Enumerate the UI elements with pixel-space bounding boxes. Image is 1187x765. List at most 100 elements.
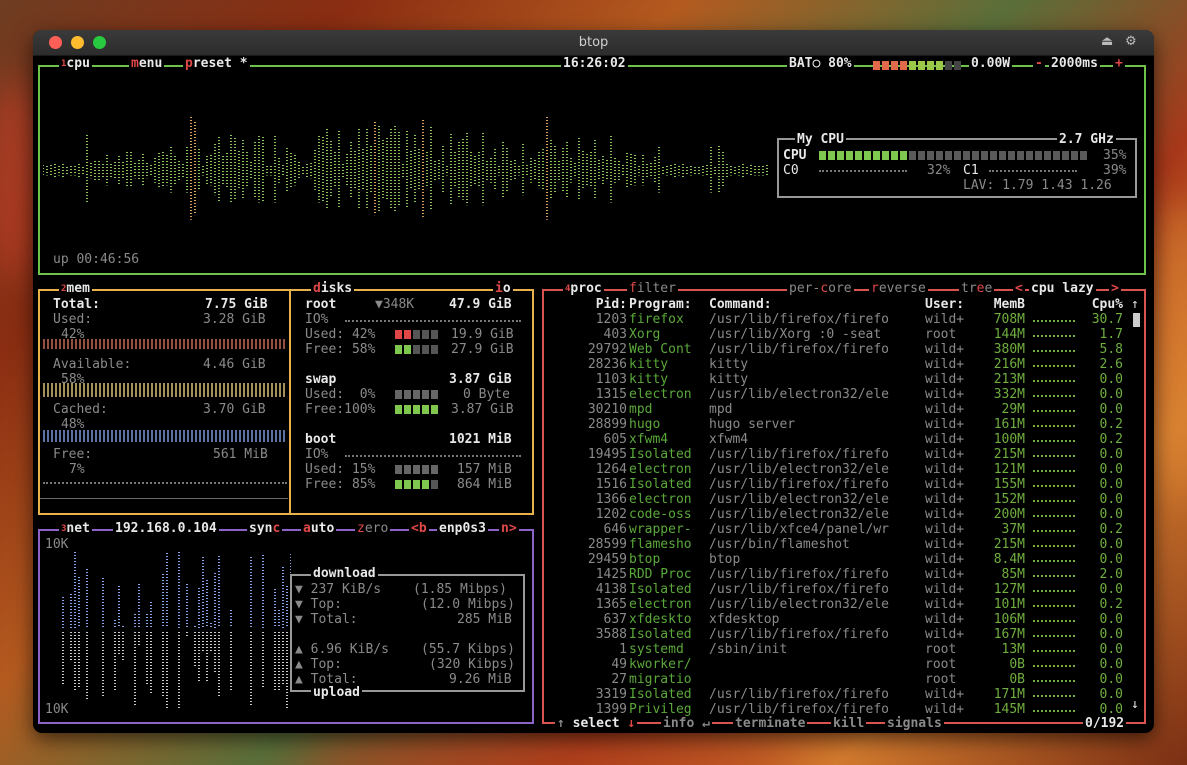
proc-user: wild+ [925, 612, 965, 627]
proc-cpu: 0.0 [1099, 657, 1123, 672]
sort-next-button[interactable]: > [1109, 282, 1121, 296]
col-command[interactable]: Command: [709, 297, 772, 312]
proc-pid: 1366 [595, 492, 627, 507]
eject-icon[interactable]: ⏏ [1101, 34, 1113, 49]
net-auto-toggle[interactable]: auto [301, 522, 337, 536]
proc-mem: 101M [993, 597, 1025, 612]
col-mem[interactable]: MemB [977, 297, 1025, 312]
info-button[interactable]: info ↵ [661, 717, 712, 731]
net-zero-toggle[interactable]: zero [355, 522, 391, 536]
clock: 16:26:02 [561, 56, 628, 71]
proc-command: btop [709, 552, 741, 567]
proc-user: wild+ [925, 522, 965, 537]
interval-plus-button[interactable]: + [1113, 57, 1125, 71]
select-control[interactable]: ↑ select ↓ [555, 717, 638, 731]
proc-mem: 167M [993, 627, 1025, 642]
disk-swap-used: 0 Byte [463, 387, 510, 402]
proc-cpu: 0.0 [1099, 642, 1123, 657]
tree-toggle[interactable]: tree [959, 282, 995, 296]
proc-command: xfwm4 [709, 432, 749, 447]
kill-button[interactable]: kill [831, 717, 867, 731]
proc-pid: 28899 [587, 417, 627, 432]
interval-minus-button[interactable]: - [1033, 57, 1045, 71]
proc-cpu: 0.0 [1099, 447, 1123, 462]
proc-cpu: 0.0 [1099, 672, 1123, 687]
proc-mem: 213M [993, 372, 1025, 387]
proc-cpu-graph [1033, 335, 1075, 337]
preset-button[interactable]: preset * [183, 57, 250, 71]
proc-scrollbar-thumb[interactable] [1133, 313, 1140, 327]
proc-filter-button[interactable]: filter [627, 282, 678, 296]
proc-user: wild+ [925, 372, 965, 387]
proc-cpu: 0.0 [1099, 612, 1123, 627]
mem-cached-value: 3.70 GiB [203, 402, 266, 417]
disks-tab[interactable]: disks [311, 282, 355, 296]
disk-root-io-label: IO% [305, 312, 329, 327]
disk-boot-size: 1021 MiB [449, 432, 512, 447]
mem-cached-label: Cached: [53, 402, 108, 417]
proc-cpu: 0.0 [1099, 372, 1123, 387]
col-user[interactable]: User: [925, 297, 964, 312]
proc-cpu: 0.0 [1099, 537, 1123, 552]
disk-root-free-label: Free: 58% [305, 342, 376, 357]
cpu-frequency: 2.7 GHz [1057, 132, 1116, 147]
mem-free-graph [43, 482, 287, 484]
sort-prev-button[interactable]: < [1013, 282, 1025, 296]
scroll-up-icon[interactable]: ↑ [1131, 297, 1139, 312]
cpu-tab[interactable]: 1cpu [59, 57, 92, 71]
core0-pct: 32% [927, 163, 951, 178]
signals-button[interactable]: signals [885, 717, 944, 731]
proc-cpu-graph [1033, 440, 1075, 442]
proc-tab[interactable]: 4proc [563, 282, 604, 296]
proc-pid: 1365 [595, 597, 627, 612]
col-pid[interactable]: Pid: [583, 297, 627, 312]
proc-command: xfdesktop [709, 612, 780, 627]
reverse-toggle[interactable]: reverse [869, 282, 928, 296]
col-cpu[interactable]: Cpu% [1079, 297, 1123, 312]
proc-cpu: 0.0 [1099, 507, 1123, 522]
mem-free-value: 561 MiB [213, 447, 268, 462]
net-next-iface-button[interactable]: n> [499, 522, 519, 536]
proc-cpu-graph [1033, 500, 1075, 502]
io-toggle[interactable]: io [493, 282, 513, 296]
mem-total-value: 7.75 GiB [205, 297, 268, 312]
proc-cpu-graph [1033, 635, 1075, 637]
proc-mem: 152M [993, 492, 1025, 507]
disk-boot-used-meter [395, 465, 440, 474]
gear-icon[interactable]: ⚙ [1125, 34, 1137, 49]
mem-cached-graph [43, 430, 287, 442]
proc-pid: 1315 [595, 387, 627, 402]
core1-graph [989, 170, 1077, 172]
proc-program: flamesho [629, 537, 692, 552]
disk-boot-io-label: IO% [305, 447, 329, 462]
proc-program: firefox [629, 312, 684, 327]
proc-command: /usr/lib/electron32/ele [709, 387, 890, 402]
proc-pid: 49 [611, 657, 627, 672]
disk-boot-free-label: Free: 85% [305, 477, 376, 492]
menu-button[interactable]: menu [129, 57, 165, 71]
disk-swap-name: swap [305, 372, 337, 387]
proc-pid: 1203 [595, 312, 627, 327]
proc-command: /usr/lib/electron32/ele [709, 462, 890, 477]
proc-user: root [925, 672, 957, 687]
mem-tab[interactable]: 2mem [59, 282, 92, 296]
cpu-total-meter [819, 151, 918, 160]
net-prev-iface-button[interactable]: <b [409, 522, 429, 536]
cpu-usage-graph [43, 117, 768, 220]
ul-rate-bits: (55.7 Kibps) [421, 642, 515, 657]
proc-user: wild+ [925, 387, 965, 402]
proc-program: kitty [629, 372, 669, 387]
proc-cpu-graph [1033, 350, 1075, 352]
proc-program: electron [629, 462, 692, 477]
proc-cpu-graph [1033, 545, 1075, 547]
core1-label: C1 [963, 163, 979, 178]
sort-mode: cpu lazy [1029, 281, 1096, 296]
col-program[interactable]: Program: [629, 297, 692, 312]
proc-command: /usr/lib/firefox/firefo [709, 312, 890, 327]
proc-program: RDD Proc [629, 567, 692, 582]
proc-cpu-graph [1033, 605, 1075, 607]
per-core-toggle[interactable]: per-core [787, 282, 854, 296]
scroll-down-icon[interactable]: ↓ [1131, 697, 1139, 712]
terminate-button[interactable]: terminate [733, 717, 808, 731]
disk-root-used-label: Used: 42% [305, 327, 376, 342]
